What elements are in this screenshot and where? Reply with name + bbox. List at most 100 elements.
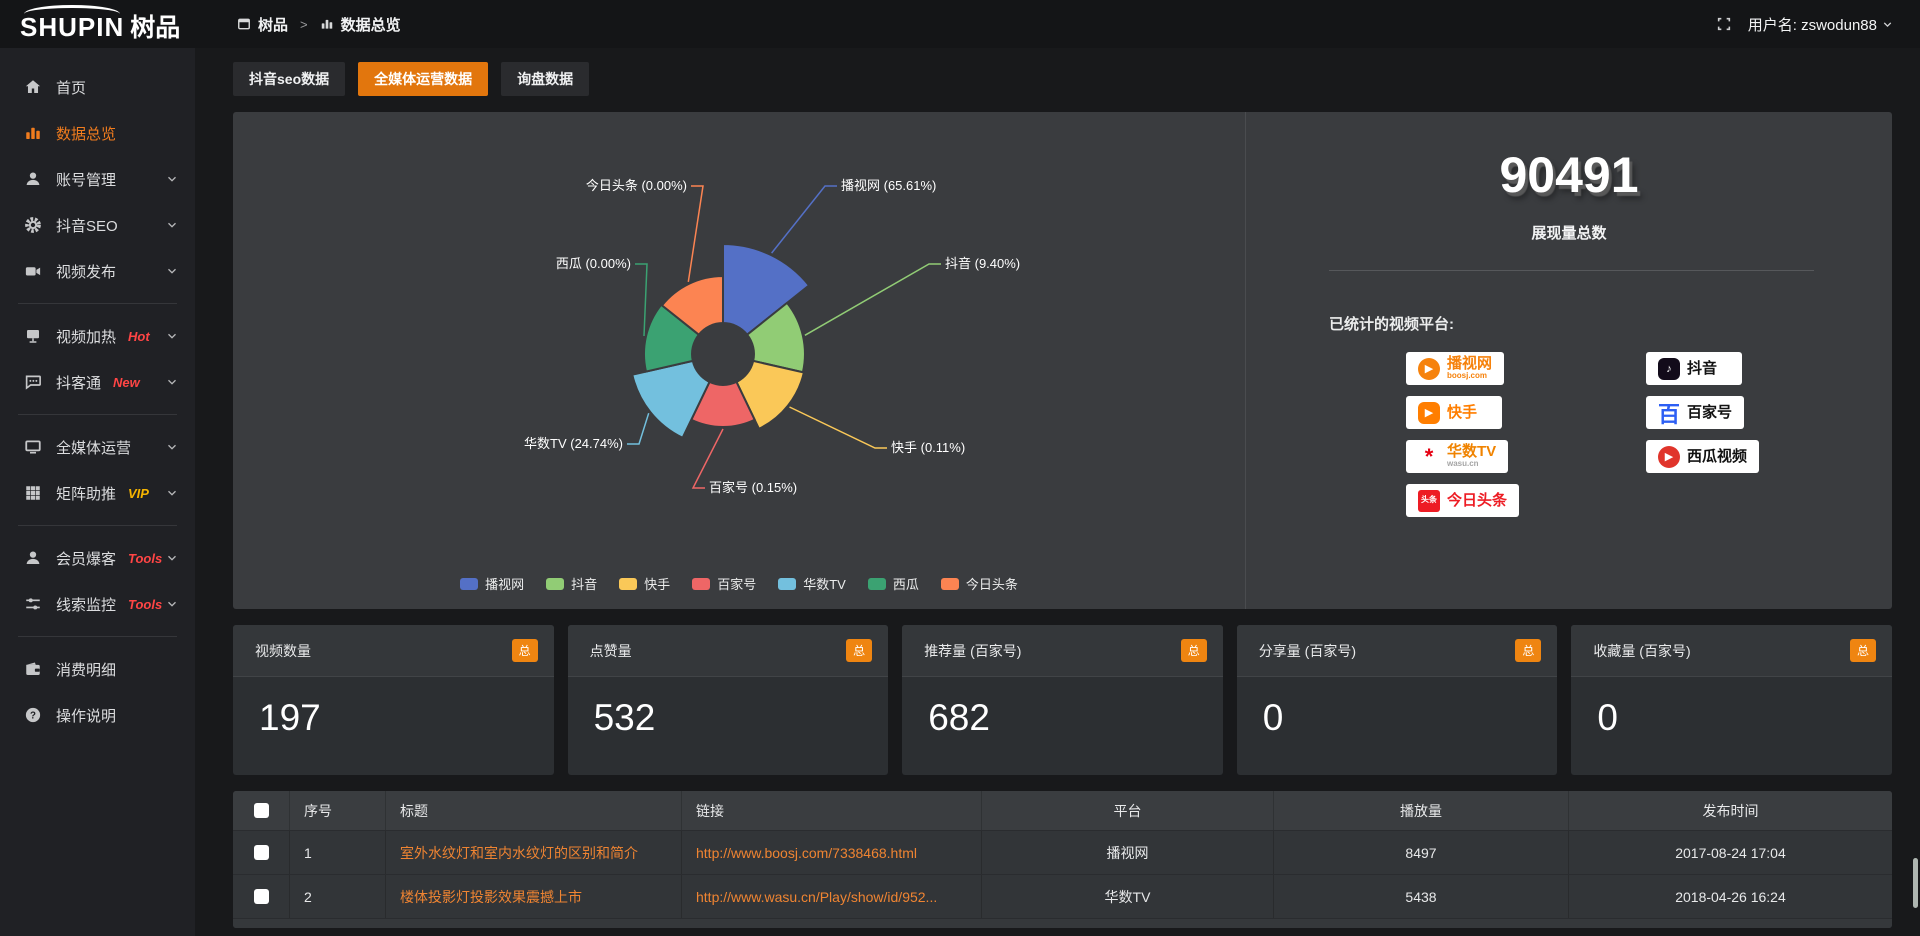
pie-label-播视网: 播视网 (65.61%) [841,178,936,193]
sidebar-item-user[interactable]: 账号管理 [0,156,195,202]
sidebar-item-label: 视频加热 [56,326,116,347]
sidebar-item-tv[interactable]: 视频加热 Hot [0,313,195,359]
pie-label-百家号: 百家号 (0.15%) [709,480,797,495]
sidebar-item-label: 全媒体运营 [56,437,131,458]
legend-item-快手[interactable]: 快手 [619,574,670,593]
sidebar-item-grid[interactable]: 矩阵助推VIP [0,470,195,516]
sidebar-item-label: 抖音SEO [56,215,118,236]
platform-pill-百家号: 百百家号 [1646,396,1744,429]
table-next-row-clipped [233,918,1892,928]
breadcrumb-item-home[interactable]: 树品 [237,14,288,35]
sidebar-item-monitor[interactable]: 全媒体运营 [0,424,195,470]
col-header-plays: 播放量 [1273,791,1568,830]
select-all-checkbox[interactable] [254,803,269,818]
platform-pill-快手: ▶快手 [1406,396,1502,429]
main-content: 抖音seo数据全媒体运营数据询盘数据 播视网 (65.61%)抖音 (9.40%… [195,48,1920,936]
video-url-link[interactable]: http://www.boosj.com/7338468.html [696,845,917,861]
video-url-link[interactable]: http://www.wasu.cn/Play/show/id/952... [696,889,937,905]
sidebar-item-chat[interactable]: 抖客通New [0,359,195,405]
legend-label: 西瓜 [893,574,919,593]
page-scrollbar[interactable] [1913,858,1918,908]
row-checkbox[interactable] [254,845,269,860]
col-header-time: 发布时间 [1568,791,1892,830]
sidebar-item-gear[interactable]: 抖音SEO [0,202,195,248]
pie-label-华数TV: 华数TV (24.74%) [524,436,623,451]
bar-chart-icon [320,17,334,31]
pie-label-leader [790,407,888,448]
platform-name: 西瓜视频 [1687,449,1747,465]
legend-label: 抖音 [571,574,597,593]
legend-item-抖音[interactable]: 抖音 [546,574,597,593]
百家号-logo-icon: 百 [1658,402,1680,424]
sidebar-divider [18,303,177,304]
sidebar-item-home[interactable]: 首页 [0,64,195,110]
sidebar-item-label: 视频发布 [56,261,116,282]
sidebar-divider [18,636,177,637]
stat-card-label: 收藏量 (百家号) [1593,641,1690,661]
sidebar-item-wallet[interactable]: 消费明细 [0,646,195,692]
platform-name: 华数TV [1447,444,1496,460]
legend-label: 今日头条 [966,574,1018,593]
legend-item-今日头条[interactable]: 今日头条 [941,574,1018,593]
legend-item-华数TV[interactable]: 华数TV [778,574,846,593]
cell-platform: 华数TV [981,875,1273,918]
stat-card-label: 推荐量 (百家号) [924,641,1021,661]
pie-label-leader [635,264,647,336]
cell-plays: 5438 [1273,875,1568,918]
platform-pill-华数TV: *华数TVwasu.cn [1406,440,1508,473]
快手-logo-icon: ▶ [1418,402,1440,424]
col-header-platform: 平台 [981,791,1273,830]
pie-label-leader [772,186,837,253]
sidebar-badge: Hot [128,329,150,344]
video-title-link[interactable]: 室外水纹灯和室内水纹灯的区别和简介 [400,843,638,863]
sidebar-item-label: 账号管理 [56,169,116,190]
sidebar-item-label: 会员爆客 [56,548,116,569]
chevron-down-icon [165,440,179,454]
user-menu[interactable]: 用户名: zswodun88 [1748,14,1894,35]
sidebar-item-sliders[interactable]: 线索监控Tools [0,581,195,627]
stat-cards-row: 视频数量总197点赞量总532推荐量 (百家号)总682分享量 (百家号)总0收… [233,625,1892,775]
stat-card-header: 收藏量 (百家号)总 [1571,625,1892,677]
logo-text-en: SHUPIN [20,5,124,43]
cell-no: 1 [289,831,385,874]
fullscreen-icon[interactable] [1716,16,1732,32]
legend-item-百家号[interactable]: 百家号 [692,574,756,593]
chevron-down-icon [165,375,179,389]
sidebar-item-publish[interactable]: 视频发布 [0,248,195,294]
sidebar-item-user[interactable]: 会员爆客Tools [0,535,195,581]
stat-card-header: 点赞量总 [568,625,889,677]
cell-time: 2017-08-24 17:04 [1568,831,1892,874]
chevron-down-icon [165,329,179,343]
breadcrumb-item-current[interactable]: 数据总览 [320,14,401,35]
stat-card-label: 视频数量 [255,641,311,661]
tab-0[interactable]: 抖音seo数据 [233,62,345,96]
stat-card-0: 视频数量总197 [233,625,554,775]
legend-item-播视网[interactable]: 播视网 [460,574,524,593]
platform-name: 播视网 [1447,356,1492,372]
tab-2[interactable]: 询盘数据 [501,62,589,96]
platform-name: 今日头条 [1447,493,1507,509]
summary-divider [1329,270,1814,271]
total-badge: 总 [1515,639,1541,662]
sidebar-item-question[interactable]: ?操作说明 [0,692,195,738]
pie-label-leader [627,413,649,444]
topbar: SHUPIN 树品 树品 > 数据总览 用户名: zswodun88 [0,0,1920,48]
video-title-link[interactable]: 楼体投影灯投影效果震撼上市 [400,887,582,907]
table-row: 2楼体投影灯投影效果震撼上市http://www.wasu.cn/Play/sh… [233,874,1892,918]
username-label: 用户名: zswodun88 [1748,14,1877,35]
stat-card-header: 分享量 (百家号)总 [1237,625,1558,677]
legend-swatch [546,578,564,590]
stat-card-value: 0 [1571,677,1892,739]
legend-item-西瓜[interactable]: 西瓜 [868,574,919,593]
sidebar-item-label: 数据总览 [56,123,116,144]
wallet-icon [24,660,42,678]
sidebar-item-chart[interactable]: 数据总览 [0,110,195,156]
legend-label: 播视网 [485,574,524,593]
table-header-row: 序号标题链接平台播放量发布时间 [233,791,1892,830]
sidebar-item-label: 首页 [56,77,86,98]
row-checkbox[interactable] [254,889,269,904]
tab-1[interactable]: 全媒体运营数据 [358,62,488,96]
stat-card-value: 0 [1237,677,1558,739]
legend-swatch [692,578,710,590]
sidebar-item-label: 操作说明 [56,705,116,726]
